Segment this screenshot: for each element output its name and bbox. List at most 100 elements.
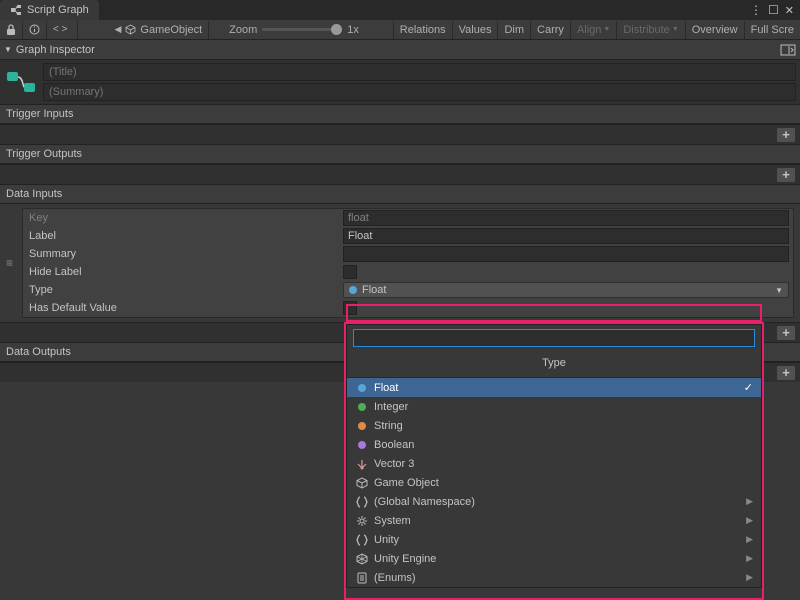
chevron-right-icon: ▶: [746, 534, 753, 545]
chevron-right-icon: ▶: [746, 553, 753, 564]
zoom-value: 1x: [347, 24, 359, 36]
cube-icon: [355, 477, 369, 489]
dim-button[interactable]: Dim: [497, 21, 530, 39]
gameobject-label: GameObject: [140, 24, 202, 36]
type-popup: 🔍 Type Float✓IntegerStringBooleanVector …: [346, 324, 762, 588]
zoom-control[interactable]: Zoom 1x: [229, 24, 359, 36]
type-value: Float: [362, 284, 386, 296]
lock-button[interactable]: [0, 21, 23, 39]
chevron-right-icon: ▶: [746, 515, 753, 526]
type-option-label: Float: [374, 382, 398, 394]
graph-icon: [10, 4, 22, 16]
data-input-item: Key Label Summary Hide Label Type Float …: [22, 208, 794, 318]
info-button[interactable]: [23, 21, 47, 39]
chevron-right-icon: ▶: [746, 572, 753, 583]
distribute-button[interactable]: Distribute▼: [616, 21, 684, 39]
hidelabel-checkbox[interactable]: [343, 265, 357, 279]
type-option[interactable]: Unity Engine ▶: [347, 549, 761, 568]
section-trigger-inputs: Trigger Inputs: [0, 104, 800, 124]
foldout-icon[interactable]: ▼: [4, 45, 12, 54]
type-option-label: System: [374, 515, 411, 527]
prop-hasdefault-label: Has Default Value: [23, 302, 343, 314]
prop-label-label: Label: [23, 230, 343, 242]
overview-button[interactable]: Overview: [685, 21, 744, 39]
title-input[interactable]: [43, 63, 796, 81]
add-trigger-output-button[interactable]: +: [776, 167, 796, 183]
type-option-label: Vector 3: [374, 458, 414, 470]
unity-icon: [355, 553, 369, 565]
type-option-label: String: [374, 420, 403, 432]
align-button[interactable]: Align▼: [570, 21, 616, 39]
dot-icon: [355, 403, 369, 411]
type-option[interactable]: String: [347, 416, 761, 435]
type-option-label: Integer: [374, 401, 408, 413]
zoom-slider[interactable]: [262, 28, 342, 31]
check-icon: ✓: [744, 381, 753, 394]
prop-hidelabel-label: Hide Label: [23, 266, 343, 278]
vec-icon: [355, 458, 369, 470]
node-icon: [0, 60, 42, 104]
ns-icon: [355, 534, 369, 546]
type-list: Float ✓ Integer String Boolean Vector 3 Game O…: [347, 378, 761, 587]
type-option[interactable]: Unity ▶: [347, 530, 761, 549]
section-data-inputs: Data Inputs: [0, 184, 800, 204]
summary-field[interactable]: [343, 246, 789, 262]
zoom-label: Zoom: [229, 24, 257, 36]
type-option-label: (Enums): [374, 572, 416, 584]
type-option[interactable]: Boolean: [347, 435, 761, 454]
type-option-label: Unity: [374, 534, 399, 546]
carry-button[interactable]: Carry: [530, 21, 570, 39]
dropdown-arrow-icon: ▼: [775, 286, 783, 295]
tab-label: Script Graph: [27, 4, 89, 16]
enum-icon: [355, 572, 369, 584]
toolbar: < > ◀ GameObject Zoom 1x Relations Value…: [0, 20, 800, 40]
type-dropdown-button[interactable]: Float ▼: [343, 282, 789, 298]
gear-icon: [355, 515, 369, 527]
type-option-label: Game Object: [374, 477, 439, 489]
drag-handle-icon[interactable]: ≡: [6, 256, 13, 270]
type-search-input[interactable]: [353, 329, 755, 347]
add-data-input-button[interactable]: +: [776, 325, 796, 341]
kebab-icon[interactable]: ⋮: [750, 3, 762, 17]
tab-bar: Script Graph ⋮ ☐ ✕: [0, 0, 800, 20]
close-icon[interactable]: ✕: [785, 4, 794, 17]
type-option[interactable]: Float ✓: [347, 378, 761, 397]
tab-script-graph[interactable]: Script Graph: [0, 0, 99, 20]
key-field[interactable]: [343, 210, 789, 226]
type-option[interactable]: Game Object: [347, 473, 761, 492]
type-option-label: Boolean: [374, 439, 414, 451]
type-option[interactable]: Integer: [347, 397, 761, 416]
gameobject-crumb[interactable]: ◀ GameObject: [108, 21, 209, 39]
type-option[interactable]: (Enums) ▶: [347, 568, 761, 587]
type-option[interactable]: System ▶: [347, 511, 761, 530]
label-field[interactable]: [343, 228, 789, 244]
collapse-icon[interactable]: [780, 44, 796, 56]
fullscreen-button[interactable]: Full Scre: [744, 21, 800, 39]
type-option[interactable]: (Global Namespace)▶: [347, 492, 761, 511]
inspector-title: Graph Inspector: [16, 44, 95, 56]
relations-button[interactable]: Relations: [393, 21, 452, 39]
popup-title: Type: [347, 351, 761, 378]
summary-input[interactable]: [43, 83, 796, 101]
graph-header: [0, 60, 800, 104]
prop-key-label: Key: [23, 212, 343, 224]
ns-icon: [355, 496, 369, 508]
values-button[interactable]: Values: [452, 21, 498, 39]
add-data-output-button[interactable]: +: [776, 365, 796, 381]
type-option[interactable]: Vector 3: [347, 454, 761, 473]
inspector-header: ▼ Graph Inspector: [0, 40, 800, 60]
float-dot-icon: [349, 286, 357, 294]
code-button[interactable]: < >: [47, 21, 78, 39]
section-trigger-outputs: Trigger Outputs: [0, 144, 800, 164]
prop-type-label: Type: [23, 284, 343, 296]
prop-summary-label: Summary: [23, 248, 343, 260]
dot-icon: [355, 441, 369, 449]
dot-icon: [355, 384, 369, 392]
type-option-label: Unity Engine: [374, 553, 436, 565]
hasdefault-checkbox[interactable]: [343, 301, 357, 315]
chevron-right-icon: ▶: [746, 496, 753, 507]
window-controls: ⋮ ☐ ✕: [750, 0, 800, 20]
maximize-icon[interactable]: ☐: [768, 3, 779, 17]
add-trigger-input-button[interactable]: +: [776, 127, 796, 143]
dot-icon: [355, 422, 369, 430]
